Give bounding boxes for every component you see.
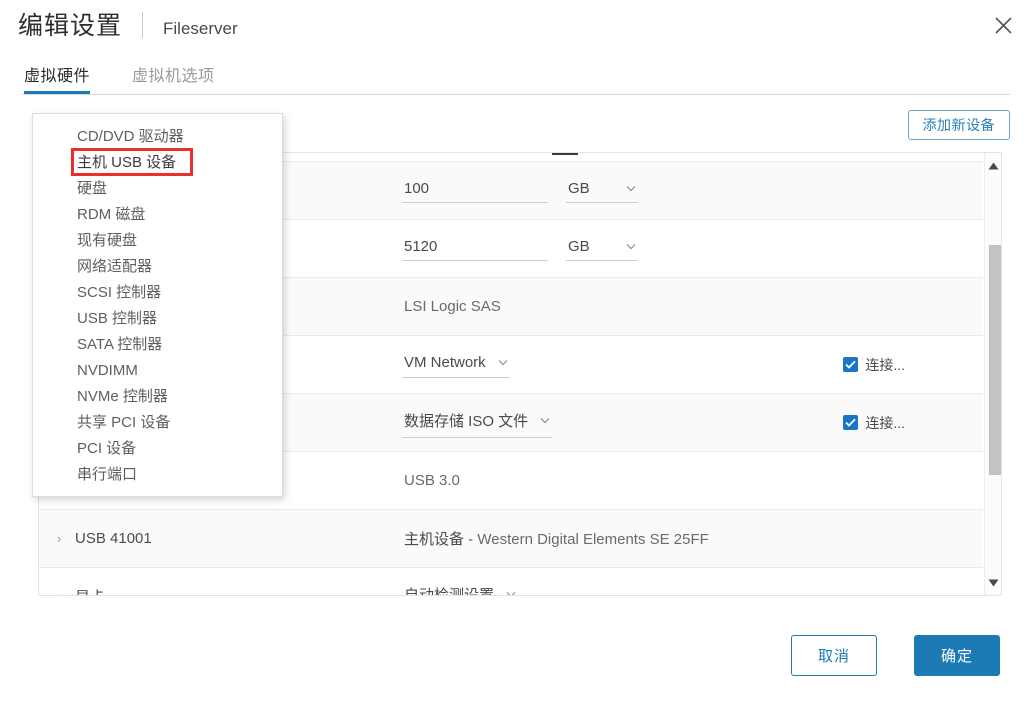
row-value-cell: GB bbox=[402, 236, 983, 261]
spinner-down-button[interactable] bbox=[552, 153, 578, 155]
video-card-value: 自动检测设置 bbox=[404, 584, 494, 596]
hard-disk-2-unit-select[interactable]: GB bbox=[566, 236, 638, 261]
scroll-up-arrow-icon[interactable] bbox=[985, 157, 1001, 174]
row-value-cell: VM Network 连接... bbox=[402, 352, 983, 378]
row-value-cell: 数据存储 ISO 文件 连接... bbox=[402, 408, 983, 438]
cddvd-media-value: 数据存储 ISO 文件 bbox=[404, 410, 528, 431]
menu-item-hard-disk[interactable]: 硬盘 bbox=[33, 176, 282, 202]
expand-caret-icon[interactable]: › bbox=[57, 590, 75, 595]
cddvd-connect-checkbox[interactable]: 连接... bbox=[843, 413, 905, 433]
row-value-cell: GB bbox=[402, 153, 983, 155]
menu-item-nvdimm[interactable]: NVDIMM bbox=[33, 358, 282, 384]
scrollbar-track[interactable] bbox=[987, 175, 999, 573]
menu-item-host-usb-device[interactable]: 主机 USB 设备 bbox=[33, 150, 282, 176]
hard-disk-2-unit-value: GB bbox=[568, 238, 590, 255]
tab-virtual-hardware[interactable]: 虚拟硬件 bbox=[24, 62, 90, 94]
cddvd-media-select[interactable]: 数据存储 ISO 文件 bbox=[402, 408, 552, 438]
hard-disk-1-unit-select[interactable]: GB bbox=[566, 178, 638, 203]
dialog-footer: 取消 确定 bbox=[0, 615, 1032, 701]
network-connect-label: 连接... bbox=[865, 355, 905, 375]
menu-item-scsi-controller[interactable]: SCSI 控制器 bbox=[33, 280, 282, 306]
add-new-device-button[interactable]: 添加新设备 bbox=[908, 110, 1011, 140]
chevron-down-icon bbox=[626, 243, 636, 250]
usb-device-value-prefix: 主机设备 bbox=[404, 531, 464, 548]
chevron-down-icon bbox=[540, 417, 550, 424]
table-row[interactable]: › USB 41001 主机设备 - Western Digital Eleme… bbox=[39, 510, 983, 568]
cddvd-connect-label: 连接... bbox=[865, 413, 905, 433]
scrollbar-thumb[interactable] bbox=[989, 245, 1001, 475]
expand-caret-icon[interactable]: › bbox=[57, 532, 75, 545]
cancel-button[interactable]: 取消 bbox=[791, 635, 877, 676]
menu-item-cd-dvd-drive[interactable]: CD/DVD 驱动器 bbox=[33, 124, 282, 150]
tab-bar-divider bbox=[22, 94, 1010, 95]
hard-disk-1-size-input[interactable] bbox=[402, 178, 548, 203]
dialog-header: 编辑设置 Fileserver bbox=[0, 0, 1032, 56]
row-value-cell: GB bbox=[402, 178, 983, 203]
network-connect-checkbox[interactable]: 连接... bbox=[843, 355, 905, 375]
ok-button[interactable]: 确定 bbox=[914, 635, 1000, 676]
table-row[interactable]: › 显卡 自动检测设置 bbox=[39, 568, 983, 595]
tab-bar: 虚拟硬件 虚拟机选项 bbox=[0, 62, 1032, 95]
network-adapter-select[interactable]: VM Network bbox=[402, 352, 510, 378]
menu-item-rdm-disk[interactable]: RDM 磁盘 bbox=[33, 202, 282, 228]
menu-item-sata-controller[interactable]: SATA 控制器 bbox=[33, 332, 282, 358]
hard-disk-2-size-input[interactable] bbox=[402, 236, 548, 261]
hard-disk-1-unit-value: GB bbox=[568, 180, 590, 197]
vm-name-label: Fileserver bbox=[163, 12, 238, 46]
add-new-device-dropdown-menu[interactable]: CD/DVD 驱动器 主机 USB 设备 硬盘 RDM 磁盘 现有硬盘 网络适配… bbox=[32, 113, 283, 497]
checkbox-checked-icon bbox=[843, 415, 858, 430]
row-value-cell: USB 3.0 bbox=[402, 472, 983, 489]
usb-device-value-rest: - Western Digital Elements SE 25FF bbox=[464, 531, 709, 548]
menu-item-existing-hard-disk[interactable]: 现有硬盘 bbox=[33, 228, 282, 254]
row-value-cell: 主机设备 - Western Digital Elements SE 25FF bbox=[402, 528, 983, 549]
tab-vm-options[interactable]: 虚拟机选项 bbox=[132, 62, 215, 94]
scroll-down-arrow-icon[interactable] bbox=[985, 574, 1001, 591]
menu-item-network-adapter[interactable]: 网络适配器 bbox=[33, 254, 282, 280]
row-label-cell: › 显卡 bbox=[57, 586, 402, 595]
scsi-controller-value: LSI Logic SAS bbox=[402, 298, 501, 315]
row-value-cell: LSI Logic SAS bbox=[402, 298, 983, 315]
page-title: 编辑设置 bbox=[18, 9, 122, 43]
menu-item-nvme-controller[interactable]: NVMe 控制器 bbox=[33, 384, 282, 410]
chevron-down-icon bbox=[506, 591, 516, 596]
row-label-cell: › USB 41001 bbox=[57, 530, 402, 547]
close-icon[interactable] bbox=[986, 8, 1020, 42]
device-table-scrollbar[interactable] bbox=[984, 153, 1001, 595]
usb-device-value: 主机设备 - Western Digital Elements SE 25FF bbox=[402, 528, 709, 549]
menu-item-shared-pci-device[interactable]: 共享 PCI 设备 bbox=[33, 410, 282, 436]
menu-item-pci-device[interactable]: PCI 设备 bbox=[33, 436, 282, 462]
row-value-cell: 自动检测设置 bbox=[402, 582, 983, 596]
checkbox-checked-icon bbox=[843, 357, 858, 372]
title-row: 编辑设置 Fileserver bbox=[18, 8, 238, 46]
row-label-text: USB 41001 bbox=[75, 530, 152, 547]
chevron-down-icon bbox=[498, 359, 508, 366]
row-label-text: 显卡 bbox=[75, 586, 105, 595]
usb-controller-value: USB 3.0 bbox=[402, 472, 460, 489]
video-card-select[interactable]: 自动检测设置 bbox=[402, 582, 518, 596]
chevron-down-icon bbox=[626, 185, 636, 192]
menu-item-usb-controller[interactable]: USB 控制器 bbox=[33, 306, 282, 332]
network-adapter-value: VM Network bbox=[404, 354, 486, 371]
menu-item-serial-port[interactable]: 串行端口 bbox=[33, 462, 282, 488]
title-divider bbox=[142, 12, 143, 38]
menu-item-host-usb-device-label: 主机 USB 设备 bbox=[77, 154, 176, 171]
